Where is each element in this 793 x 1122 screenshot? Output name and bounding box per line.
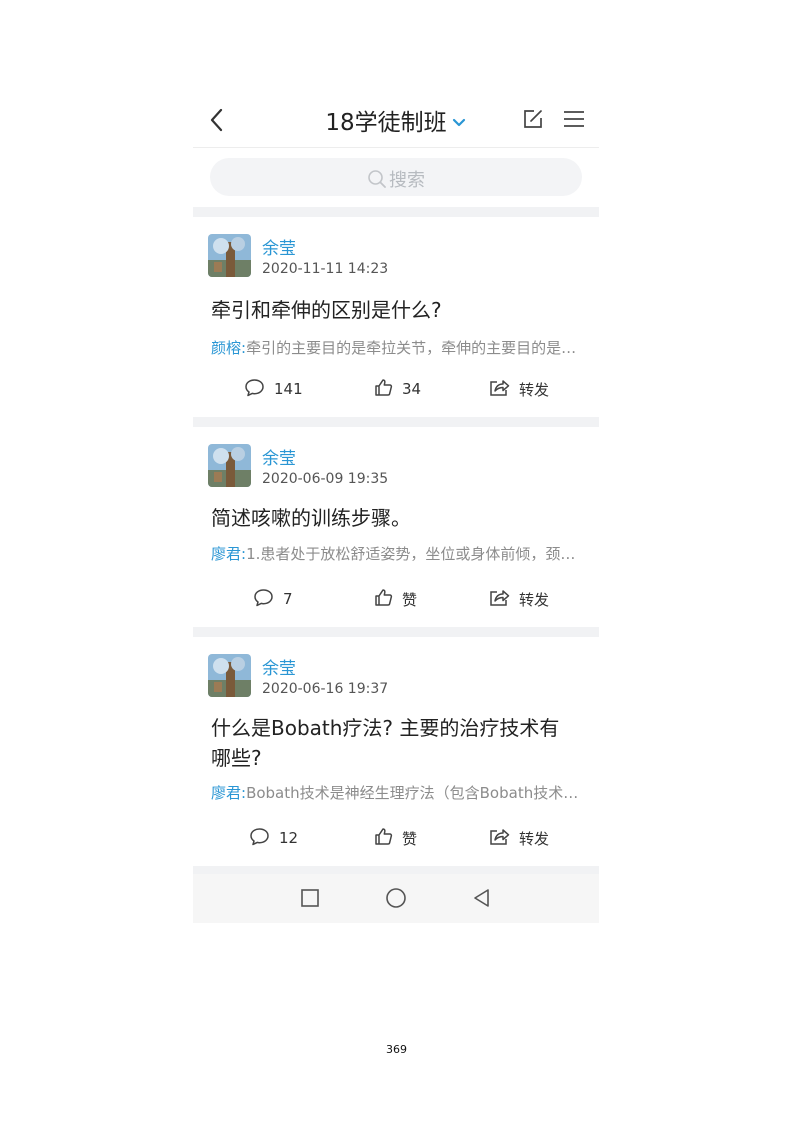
reply-author: 廖君: bbox=[211, 784, 247, 802]
search-placeholder: 搜索 bbox=[389, 170, 425, 191]
comment-button[interactable]: 7 bbox=[253, 584, 293, 614]
like-button[interactable]: 赞 bbox=[374, 823, 417, 853]
thumbs-up-icon bbox=[374, 588, 402, 611]
divider-band bbox=[193, 866, 599, 874]
reply-preview[interactable]: 颜榕:牵引的主要目的是牵拉关节，牵伸的主要目的是牵拉软组织 bbox=[211, 337, 581, 358]
share-button[interactable]: 转发 bbox=[489, 584, 549, 614]
comment-button[interactable]: 12 bbox=[249, 823, 298, 853]
share-button[interactable]: 转发 bbox=[489, 823, 549, 853]
reply-author: 廖君: bbox=[211, 545, 247, 563]
post-title[interactable]: 什么是Bobath疗法? 主要的治疗技术有哪些? bbox=[211, 713, 576, 773]
divider-band bbox=[193, 417, 599, 427]
thumbs-up-icon bbox=[374, 378, 402, 401]
avatar[interactable] bbox=[208, 654, 251, 697]
like-label: 赞 bbox=[402, 829, 418, 848]
share-icon bbox=[489, 827, 519, 850]
post-card[interactable]: 余莹 2020-06-16 19:37 什么是Bobath疗法? 主要的治疗技术… bbox=[193, 637, 599, 866]
post-card[interactable]: 余莹 2020-11-11 14:23 牵引和牵伸的区别是什么? 颜榕:牵引的主… bbox=[193, 217, 599, 417]
thumbs-up-icon bbox=[374, 827, 402, 850]
group-title[interactable]: 18学徒制班 bbox=[325, 103, 446, 137]
reply-text: 牵引的主要目的是牵拉关节，牵伸的主要目的是牵拉软组织 bbox=[246, 339, 581, 357]
avatar[interactable] bbox=[208, 444, 251, 487]
reply-author: 颜榕: bbox=[211, 339, 247, 357]
comment-icon bbox=[249, 827, 279, 850]
system-nav-bar bbox=[193, 874, 599, 923]
post-actions: 12 赞 转发 bbox=[193, 823, 599, 853]
comment-count: 141 bbox=[274, 380, 303, 398]
post-time: 2020-06-16 19:37 bbox=[262, 681, 389, 697]
share-label: 转发 bbox=[519, 590, 550, 609]
share-icon bbox=[489, 378, 519, 401]
chevron-down-icon[interactable] bbox=[451, 114, 467, 127]
divider-band bbox=[193, 207, 599, 217]
menu-icon[interactable] bbox=[563, 109, 585, 129]
comment-count: 7 bbox=[283, 590, 293, 608]
post-author[interactable]: 余莹 bbox=[262, 234, 296, 259]
recent-apps-icon[interactable] bbox=[298, 886, 322, 910]
comment-count: 12 bbox=[279, 829, 299, 847]
home-icon[interactable] bbox=[384, 886, 408, 910]
reply-text: Bobath技术是神经生理疗法（包含Bobath技术、Brunnstrom技术 bbox=[246, 784, 581, 802]
comment-button[interactable]: 141 bbox=[244, 374, 303, 404]
post-author[interactable]: 余莹 bbox=[262, 654, 296, 679]
search-placeholder-row: 搜索 bbox=[210, 166, 582, 192]
avatar[interactable] bbox=[208, 234, 251, 277]
comment-icon bbox=[244, 378, 274, 401]
like-button[interactable]: 34 bbox=[374, 374, 421, 404]
post-time: 2020-06-09 19:35 bbox=[262, 471, 389, 487]
like-label: 赞 bbox=[402, 590, 418, 609]
edit-icon[interactable] bbox=[522, 108, 544, 130]
share-label: 转发 bbox=[519, 380, 550, 399]
share-icon bbox=[489, 588, 519, 611]
phone-screen: 18学徒制班 搜索 余莹 2020-11-11 14:23 牵引和牵伸的区别是什… bbox=[193, 95, 599, 923]
like-button[interactable]: 赞 bbox=[374, 584, 417, 614]
divider-band bbox=[193, 627, 599, 637]
like-count: 34 bbox=[402, 380, 422, 398]
post-card[interactable]: 余莹 2020-06-09 19:35 简述咳嗽的训练步骤。 廖君:1.患者处于… bbox=[193, 427, 599, 627]
post-time: 2020-11-11 14:23 bbox=[262, 261, 389, 277]
post-author[interactable]: 余莹 bbox=[262, 444, 296, 469]
search-input[interactable]: 搜索 bbox=[210, 158, 582, 196]
reply-preview[interactable]: 廖君:Bobath技术是神经生理疗法（包含Bobath技术、Brunnstrom… bbox=[211, 782, 581, 803]
post-actions: 141 34 转发 bbox=[193, 374, 599, 404]
system-back-icon[interactable] bbox=[470, 886, 494, 910]
search-icon bbox=[367, 170, 389, 191]
page-number: 369 bbox=[386, 1043, 407, 1056]
share-label: 转发 bbox=[519, 829, 550, 848]
post-title[interactable]: 牵引和牵伸的区别是什么? bbox=[211, 295, 583, 325]
top-bar: 18学徒制班 bbox=[193, 95, 599, 148]
share-button[interactable]: 转发 bbox=[489, 374, 549, 404]
reply-preview[interactable]: 廖君:1.患者处于放松舒适姿势，坐位或身体前倾，颈部稍微屈曲 bbox=[211, 543, 581, 564]
post-actions: 7 赞 转发 bbox=[193, 584, 599, 614]
comment-icon bbox=[253, 588, 283, 611]
reply-text: 1.患者处于放松舒适姿势，坐位或身体前倾，颈部稍微屈曲 bbox=[246, 545, 581, 563]
post-title[interactable]: 简述咳嗽的训练步骤。 bbox=[211, 503, 583, 533]
